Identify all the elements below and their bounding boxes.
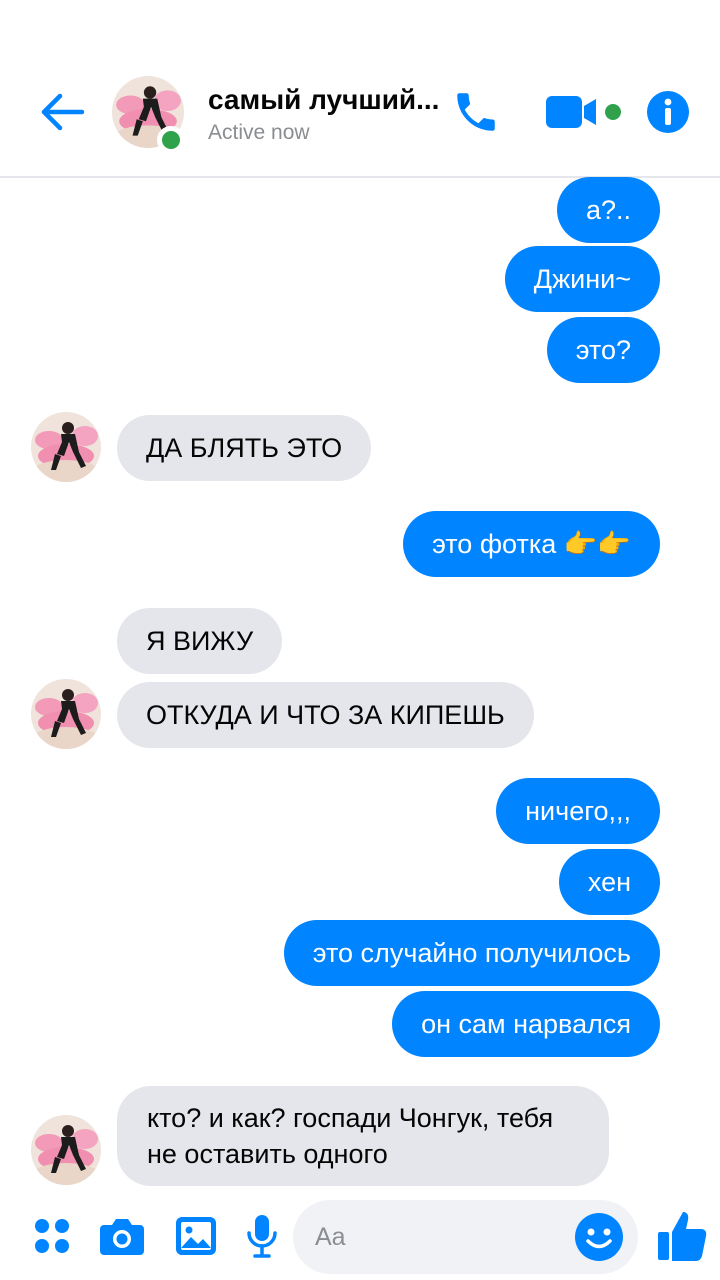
- info-icon: [647, 91, 689, 133]
- sender-avatar[interactable]: [31, 1115, 101, 1185]
- sender-avatar[interactable]: [31, 679, 101, 749]
- message-input[interactable]: [315, 1200, 575, 1274]
- emoji-icon: [575, 1213, 623, 1261]
- thumbs-up-icon: [658, 1212, 707, 1261]
- contact-name[interactable]: самый лучший...: [208, 84, 439, 116]
- video-call-button[interactable]: [540, 88, 626, 136]
- like-button[interactable]: [656, 1208, 708, 1264]
- online-indicator: [157, 126, 185, 154]
- voice-call-button[interactable]: [448, 84, 504, 140]
- conversation-info-button[interactable]: [644, 88, 692, 136]
- emoji-button[interactable]: [574, 1212, 624, 1262]
- conversation-header: самый лучший... Active now: [0, 0, 720, 178]
- back-button[interactable]: [36, 88, 88, 136]
- message-bubble-outgoing[interactable]: Джини~: [504, 246, 660, 312]
- message-input-container[interactable]: [293, 1200, 638, 1274]
- message-bubble-outgoing[interactable]: это случайно получилось: [283, 920, 660, 986]
- message-bubble-incoming[interactable]: Я ВИЖУ: [117, 608, 283, 674]
- voice-clip-button[interactable]: [236, 1210, 288, 1262]
- message-bubble-outgoing[interactable]: хен: [558, 849, 660, 915]
- message-bubble-outgoing[interactable]: ничего,,,: [496, 778, 660, 844]
- microphone-icon: [247, 1215, 277, 1258]
- message-bubble-incoming[interactable]: ОТКУДА И ЧТО ЗА КИПЕШЬ: [117, 682, 534, 748]
- message-bubble-outgoing[interactable]: это фотка 👉👉: [403, 511, 660, 577]
- message-bubble-outgoing[interactable]: он сам нарвался: [392, 991, 660, 1057]
- phone-icon: [457, 93, 495, 131]
- camera-icon: [100, 1219, 144, 1255]
- apps-grid-icon: [35, 1219, 69, 1253]
- message-bubble-outgoing[interactable]: а?..: [556, 177, 660, 243]
- camera-button[interactable]: [96, 1210, 148, 1262]
- message-bubble-incoming[interactable]: кто? и как? госпади Чонгук, тебя не оста…: [117, 1086, 609, 1186]
- sender-avatar[interactable]: [31, 412, 101, 482]
- active-status: Active now: [208, 121, 310, 144]
- message-bubble-outgoing[interactable]: это?: [546, 317, 660, 383]
- gallery-button[interactable]: [170, 1210, 222, 1262]
- back-arrow-icon: [41, 93, 84, 131]
- video-camera-icon: [546, 96, 621, 128]
- message-bubble-incoming[interactable]: ДА БЛЯТЬ ЭТО: [117, 415, 372, 481]
- apps-button[interactable]: [26, 1210, 78, 1262]
- image-icon: [176, 1217, 216, 1255]
